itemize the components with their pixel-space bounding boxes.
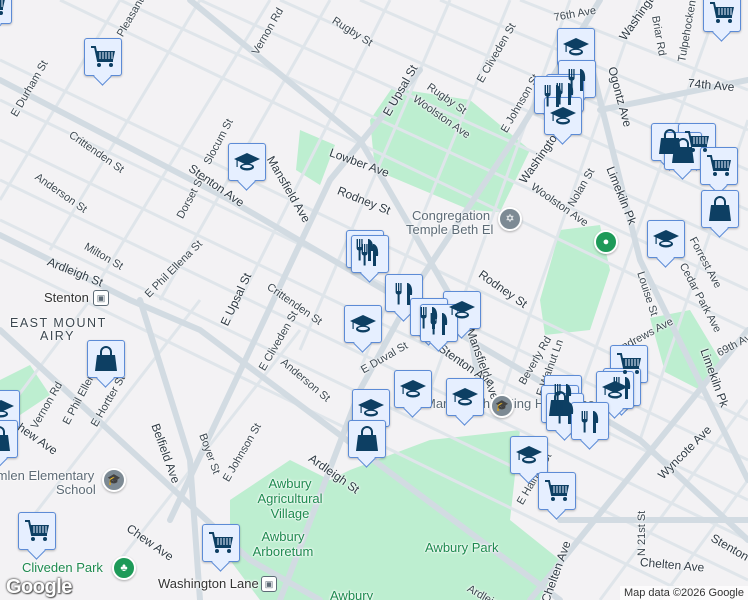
- school-marker[interactable]: [228, 143, 266, 181]
- shopping-marker[interactable]: [348, 420, 386, 458]
- school-label[interactable]: School: [56, 482, 96, 497]
- park-label[interactable]: Awbury Arboretum: [248, 529, 318, 559]
- school-marker[interactable]: [596, 371, 634, 409]
- grocery-marker[interactable]: [538, 472, 576, 510]
- grocery-marker[interactable]: [84, 38, 122, 76]
- station-label[interactable]: Washington Lane: [158, 576, 259, 591]
- school-marker[interactable]: [647, 220, 685, 258]
- school-icon: [516, 446, 542, 464]
- grocery-marker[interactable]: [0, 0, 12, 24]
- school-marker[interactable]: [446, 378, 484, 416]
- park-label-line: Arboretum: [252, 544, 314, 559]
- shopping-marker[interactable]: [664, 132, 702, 170]
- grocery-cart-icon: [544, 480, 570, 502]
- grocery-cart-icon: [90, 46, 116, 68]
- park-label[interactable]: Cliveden Park: [22, 560, 103, 575]
- grocery-marker[interactable]: [202, 524, 240, 562]
- grocery-cart-icon: [0, 0, 6, 16]
- neighborhood-label: EAST MOUNT: [10, 316, 107, 330]
- grocery-cart-icon: [706, 155, 732, 177]
- school-icon: [653, 230, 679, 248]
- school-marker[interactable]: [544, 97, 582, 135]
- shopping-bag-icon: [94, 346, 118, 372]
- station-label[interactable]: Stenton: [44, 290, 89, 305]
- school-poi-icon[interactable]: 🎓: [102, 468, 126, 492]
- restaurant-marker[interactable]: [420, 304, 458, 342]
- restaurant-marker[interactable]: [571, 402, 609, 440]
- neighborhood-label: AIRY: [40, 329, 75, 343]
- park-label[interactable]: Awbury Agricultural Village: [250, 476, 330, 521]
- park-label-line: Village: [270, 506, 310, 521]
- train-station-icon[interactable]: ▣: [261, 576, 277, 592]
- school-icon: [563, 38, 589, 56]
- park-label-line: Awbury: [261, 529, 305, 544]
- school-label[interactable]: Emlen Elementary: [0, 468, 94, 483]
- park-tree-icon[interactable]: ♣: [112, 556, 136, 580]
- shopping-marker[interactable]: [87, 340, 125, 378]
- temple-label[interactable]: Temple Beth El: [406, 222, 493, 237]
- park-label-line: Awbury: [268, 476, 312, 491]
- restaurant-icon: [395, 283, 413, 305]
- school-icon: [400, 380, 426, 398]
- park-label[interactable]: Awbury Park: [425, 540, 498, 555]
- map-attribution[interactable]: Map data ©2026 Google: [619, 586, 748, 600]
- google-logo[interactable]: Google: [6, 576, 72, 599]
- grocery-cart-icon: [24, 520, 50, 542]
- restaurant-icon: [581, 411, 599, 433]
- restaurant-icon: [556, 402, 574, 424]
- school-poi-icon[interactable]: 🎓: [490, 394, 514, 418]
- restaurant-icon: [430, 313, 448, 335]
- grocery-marker[interactable]: [700, 147, 738, 185]
- train-station-icon[interactable]: ▣: [93, 290, 109, 306]
- shopping-marker[interactable]: [701, 190, 739, 228]
- street-label: N 21st St: [636, 510, 648, 556]
- shopping-bag-icon: [355, 426, 379, 452]
- restaurant-icon: [361, 244, 379, 266]
- shopping-marker[interactable]: [0, 420, 18, 458]
- school-icon: [452, 388, 478, 406]
- school-icon: [0, 400, 14, 418]
- place-of-worship-icon[interactable]: ✡: [498, 207, 522, 231]
- school-icon: [602, 381, 628, 399]
- school-marker[interactable]: [352, 389, 390, 427]
- temple-label[interactable]: Congregation: [412, 208, 490, 223]
- grocery-marker[interactable]: [703, 0, 741, 32]
- map-canvas[interactable]: Vernon Rd Rugby St E Durham St Pleasant …: [0, 0, 748, 600]
- shopping-bag-icon: [0, 426, 11, 452]
- school-marker[interactable]: [344, 305, 382, 343]
- school-icon: [550, 107, 576, 125]
- park-pin-icon[interactable]: ●: [594, 230, 618, 254]
- grocery-cart-icon: [208, 532, 234, 554]
- park-label-line: Agricultural: [257, 491, 323, 506]
- school-icon: [234, 153, 260, 171]
- school-icon: [358, 399, 384, 417]
- grocery-cart-icon: [709, 2, 735, 24]
- grocery-marker[interactable]: [18, 512, 56, 550]
- shopping-bag-icon: [708, 196, 732, 222]
- school-marker[interactable]: [510, 436, 548, 474]
- school-icon: [350, 315, 376, 333]
- shopping-bag-icon: [671, 138, 695, 164]
- park-label[interactable]: Awbury: [330, 588, 373, 600]
- restaurant-marker[interactable]: [351, 235, 389, 273]
- school-marker[interactable]: [557, 28, 595, 66]
- school-marker[interactable]: [394, 370, 432, 408]
